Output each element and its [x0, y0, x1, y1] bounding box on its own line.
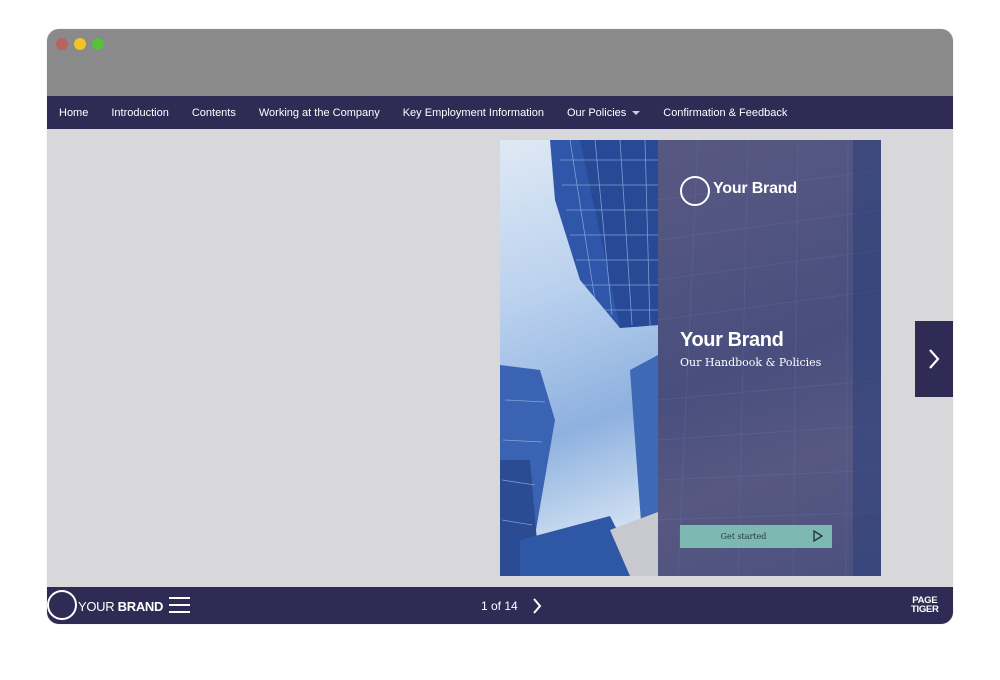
footer-next-chevron-icon[interactable]: [531, 597, 543, 615]
get-started-button[interactable]: Get started: [680, 525, 832, 548]
cover-logo-text: Your Brand: [713, 180, 797, 197]
nav-item-our-policies[interactable]: Our Policies: [555, 96, 651, 129]
nav-item-introduction[interactable]: Introduction: [99, 96, 179, 129]
nav-item-label: Working at the Company: [258, 106, 380, 119]
footer-brand-bold: BRAND: [117, 599, 164, 614]
nav-item-working-at-the-company[interactable]: Working at the Company: [247, 96, 391, 129]
cover-right-strip: [853, 140, 881, 576]
maximize-window-button[interactable]: [92, 38, 104, 50]
nav-item-label: Introduction: [111, 106, 169, 119]
nav-item-confirmation-feedback[interactable]: Confirmation & Feedback: [651, 96, 798, 129]
footer-brand-light: YOUR: [78, 599, 118, 614]
vendor-line-2: TIGER: [911, 604, 939, 615]
menu-icon[interactable]: [169, 597, 190, 614]
chevron-right-icon: [929, 349, 940, 369]
window-titlebar: [47, 29, 953, 96]
page-indicator: 1 of 14: [481, 599, 518, 613]
next-page-button[interactable]: [915, 321, 953, 397]
nav-item-contents[interactable]: Contents: [180, 96, 247, 129]
get-started-label: Get started: [720, 532, 767, 541]
caret-down-icon: [632, 110, 641, 115]
footer-brand-circle-logo: [47, 590, 77, 620]
top-navigation: Home Introduction Contents Working at th…: [47, 96, 953, 129]
nav-item-label: Confirmation & Feedback: [663, 106, 788, 119]
cover-title: Your Brand: [680, 329, 784, 351]
nav-item-label: Key Employment Information: [402, 106, 544, 119]
nav-item-key-employment-information[interactable]: Key Employment Information: [391, 96, 555, 129]
brand-circle-logo: [680, 176, 710, 206]
play-arrow-icon: [813, 530, 823, 542]
footer-toolbar: YOUR BRAND 1 of 14 PAGE TIGER: [47, 587, 953, 624]
flipbook-viewport: Your Brand Your Brand Our Handbook & Pol…: [47, 129, 953, 587]
cover-page: Your Brand Your Brand Our Handbook & Pol…: [500, 140, 881, 576]
nav-item-label: Home: [59, 106, 89, 119]
close-window-button[interactable]: [56, 38, 68, 50]
cover-subtitle: Our Handbook & Policies: [680, 356, 822, 369]
pagetiger-logo: PAGE TIGER: [911, 596, 939, 615]
browser-window: Home Introduction Contents Working at th…: [47, 29, 953, 624]
footer-brand-name: YOUR BRAND: [78, 599, 163, 614]
nav-item-label: Our Policies: [566, 106, 627, 119]
nav-item-home[interactable]: Home: [47, 96, 99, 129]
minimize-window-button[interactable]: [74, 38, 86, 50]
nav-item-label: Contents: [191, 106, 236, 119]
